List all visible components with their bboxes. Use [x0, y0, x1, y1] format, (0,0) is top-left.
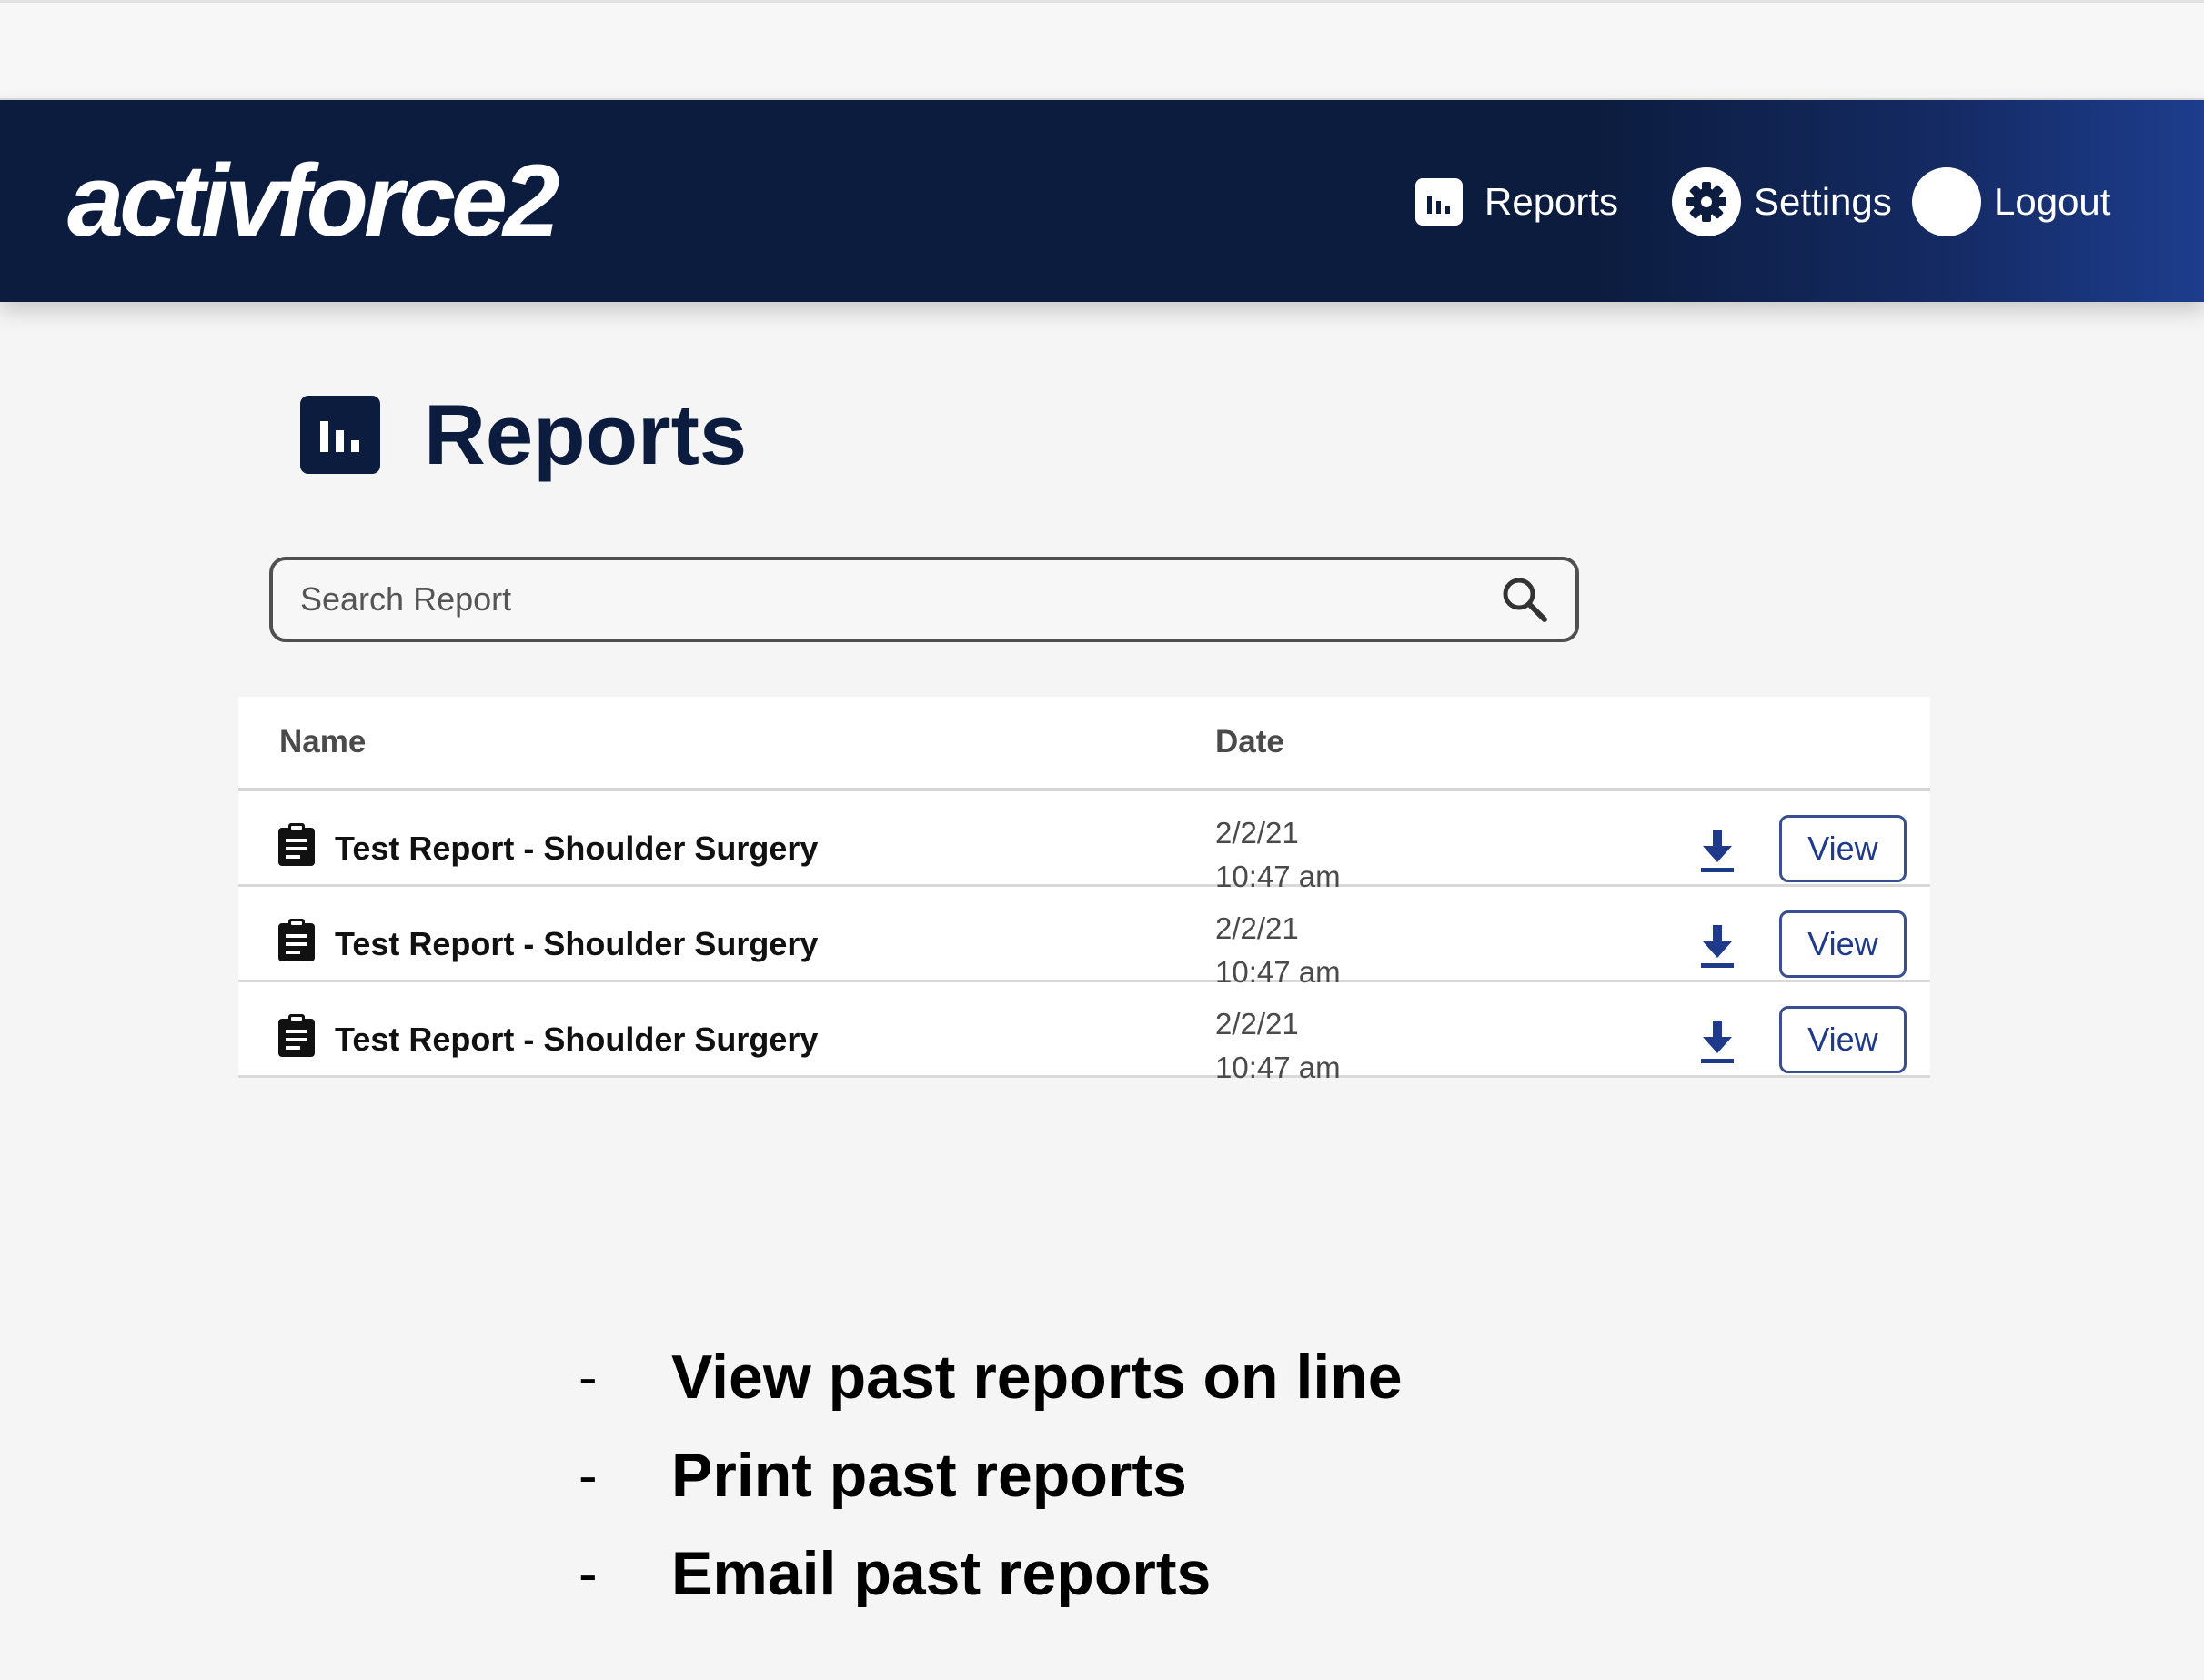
feature-notes: - View past reports on line - Print past… — [579, 1328, 1403, 1623]
search-icon[interactable] — [1499, 574, 1550, 625]
note-bullet: - — [579, 1444, 598, 1507]
report-date: 2/2/21 10:47 am — [1215, 811, 1341, 899]
note-text: Print past reports — [671, 1441, 1187, 1510]
browser-top-strip — [0, 0, 2204, 100]
clipboard-icon — [278, 1014, 315, 1057]
logout-icon — [1912, 167, 1981, 236]
view-button[interactable]: View — [1779, 1006, 1907, 1073]
top-navbar: activforce2 Reports Settings Logout — [0, 100, 2204, 302]
page-title: Reports — [424, 387, 748, 482]
report-date-day: 2/2/21 — [1215, 1007, 1299, 1041]
report-name[interactable]: Test Report - Shoulder Surgery — [335, 1021, 818, 1059]
reports-table: Name Date Test Report - Shoulder Surgery… — [238, 697, 1930, 1084]
column-header-date[interactable]: Date — [1215, 724, 1284, 760]
column-header-name[interactable]: Name — [279, 724, 366, 760]
report-date-day: 2/2/21 — [1215, 816, 1299, 850]
report-date: 2/2/21 10:47 am — [1215, 907, 1341, 994]
nav-reports-label: Reports — [1484, 180, 1619, 223]
gear-icon — [1672, 167, 1741, 236]
report-date-time: 10:47 am — [1215, 1051, 1341, 1084]
note-item: - Print past reports — [579, 1426, 1403, 1524]
view-button[interactable]: View — [1779, 815, 1907, 882]
table-row[interactable]: Test Report - Shoulder Surgery 2/2/21 10… — [238, 982, 1930, 1084]
report-name[interactable]: Test Report - Shoulder Surgery — [335, 830, 818, 868]
note-item: - Email past reports — [579, 1524, 1403, 1623]
table-row[interactable]: Test Report - Shoulder Surgery 2/2/21 10… — [238, 791, 1930, 893]
page-header: Reports — [300, 389, 747, 480]
clipboard-icon — [278, 919, 315, 961]
report-date: 2/2/21 10:47 am — [1215, 1002, 1341, 1090]
nav-logout[interactable]: Logout — [1912, 166, 2110, 238]
table-row[interactable]: Test Report - Shoulder Surgery 2/2/21 10… — [238, 887, 1930, 989]
report-date-day: 2/2/21 — [1215, 911, 1299, 945]
nav-settings-label: Settings — [1754, 180, 1892, 223]
download-icon[interactable] — [1697, 826, 1737, 875]
bar-chart-icon — [300, 396, 380, 474]
search-input[interactable] — [273, 560, 1499, 639]
clipboard-icon — [278, 823, 315, 866]
download-icon[interactable] — [1697, 1017, 1737, 1066]
table-header: Name Date — [238, 697, 1930, 791]
nav-settings[interactable]: Settings — [1672, 166, 1892, 238]
view-button[interactable]: View — [1779, 910, 1907, 978]
note-bullet: - — [579, 1345, 598, 1409]
nav-logout-label: Logout — [1994, 180, 2111, 223]
note-text: View past reports on line — [671, 1343, 1403, 1412]
note-item: - View past reports on line — [579, 1328, 1403, 1426]
nav-reports[interactable]: Reports — [1415, 166, 1618, 238]
search-bar — [269, 557, 1579, 642]
brand-logo[interactable]: activforce2 — [67, 150, 559, 252]
note-text: Email past reports — [671, 1539, 1212, 1608]
bar-chart-icon — [1415, 178, 1463, 226]
note-bullet: - — [579, 1542, 598, 1605]
report-name[interactable]: Test Report - Shoulder Surgery — [335, 925, 818, 963]
download-icon[interactable] — [1697, 921, 1737, 971]
